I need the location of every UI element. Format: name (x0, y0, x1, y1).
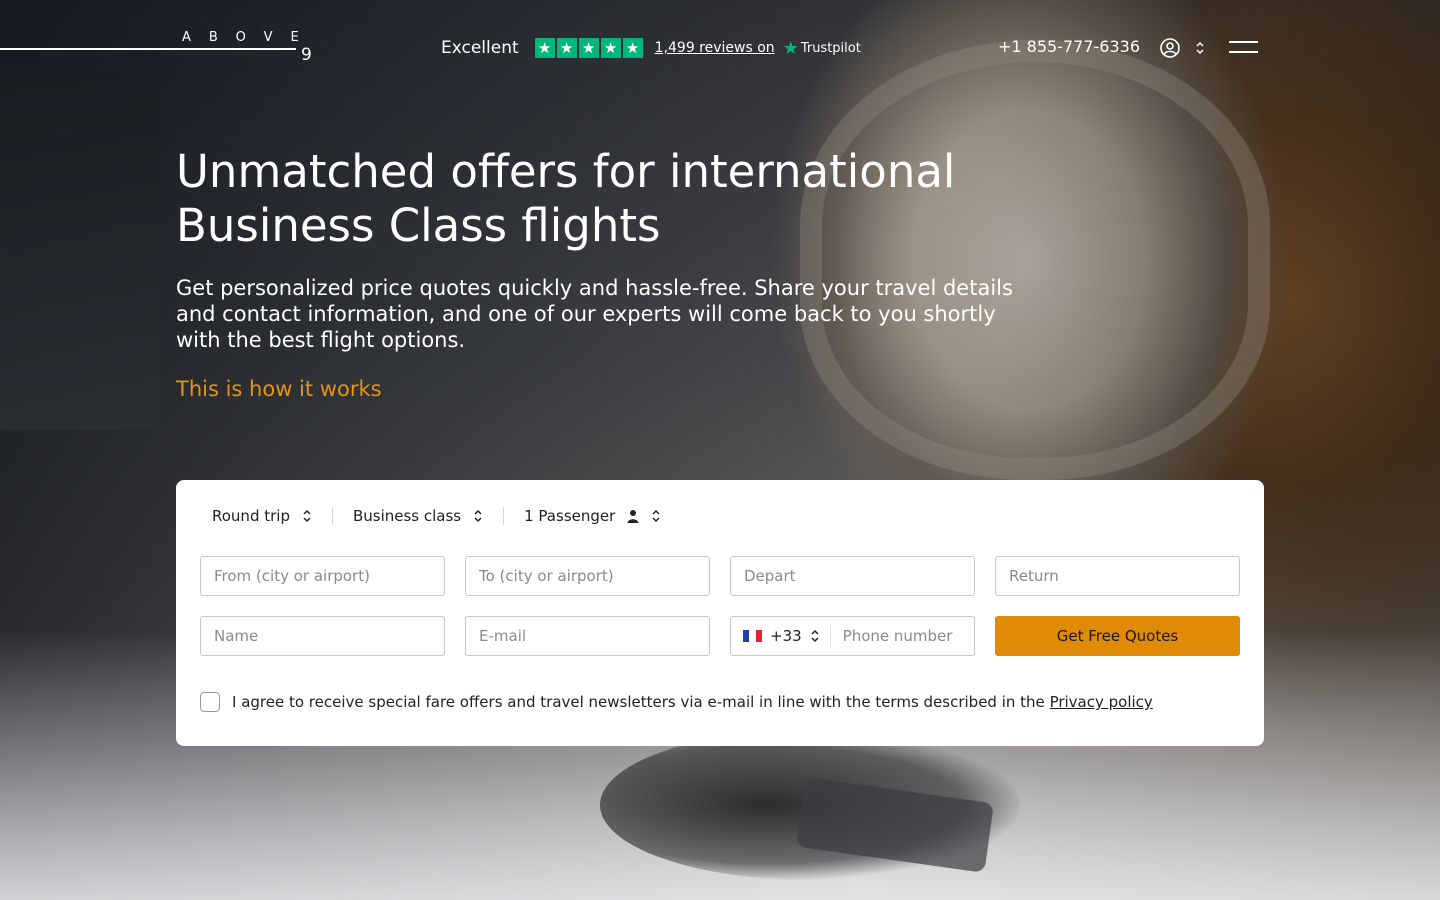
logo[interactable]: ABOVE (182, 30, 317, 45)
return-date-input[interactable] (995, 556, 1240, 596)
airplane-window-shape (800, 40, 1270, 480)
country-dial-code[interactable]: +33 (770, 627, 802, 645)
logo-line (0, 48, 296, 50)
newsletter-consent: I agree to receive special fare offers a… (200, 692, 1153, 712)
france-flag-icon[interactable] (743, 630, 762, 642)
cabin-class-select[interactable]: Business class (353, 507, 483, 525)
trip-type-select[interactable]: Round trip (212, 507, 312, 525)
logo-suffix: 9 (301, 45, 312, 65)
consent-label: I agree to receive special fare offers a… (232, 693, 1153, 711)
passengers-value: 1 Passenger (524, 507, 616, 525)
passengers-select[interactable]: 1 Passenger (524, 507, 661, 525)
hero-subtitle: Get personalized price quotes quickly an… (176, 276, 1013, 352)
user-account-icon[interactable] (1160, 38, 1180, 58)
privacy-policy-link[interactable]: Privacy policy (1050, 693, 1153, 711)
divider (503, 507, 505, 525)
star-icon: ★ (556, 38, 577, 58)
chevron-updown-icon (303, 509, 311, 523)
chevron-updown-icon[interactable] (810, 628, 820, 644)
trip-type-value: Round trip (212, 507, 290, 525)
account-dropdown-chevron-icon[interactable] (1194, 40, 1206, 56)
divider (331, 507, 333, 525)
phone-number-input[interactable] (842, 627, 969, 645)
trust-rating-label: Excellent (441, 38, 519, 58)
phone-field: +33 (730, 616, 975, 656)
rating-stars: ★ ★ ★ ★ ★ (534, 38, 643, 58)
get-free-quotes-button[interactable]: Get Free Quotes (995, 616, 1240, 656)
reviews-link[interactable]: 1,499 reviews on (655, 40, 775, 56)
star-icon: ★ (600, 38, 621, 58)
trustpilot-wordmark: Trustpilot (800, 40, 861, 56)
star-icon: ★ (534, 38, 555, 58)
hero-title: Unmatched offers for international Busin… (176, 145, 956, 252)
seat-screen-shape (0, 70, 160, 430)
email-input[interactable] (465, 616, 710, 656)
sunglasses-shape (600, 730, 1020, 880)
chevron-updown-icon (652, 509, 660, 523)
to-input[interactable] (465, 556, 710, 596)
person-icon (627, 510, 639, 523)
consent-checkbox[interactable] (200, 692, 220, 712)
star-icon: ★ (578, 38, 599, 58)
consent-text: I agree to receive special fare offers a… (232, 693, 1045, 711)
from-input[interactable] (200, 556, 445, 596)
trustpilot-star-icon: ★ (782, 37, 799, 59)
phone-link[interactable]: +1 855-777-6336 (998, 37, 1140, 56)
background-cabin-photo (0, 0, 1440, 900)
hamburger-menu-icon[interactable] (1229, 40, 1258, 54)
chevron-updown-icon (474, 509, 482, 523)
how-it-works-link[interactable]: This is how it works (176, 377, 382, 401)
name-input[interactable] (200, 616, 445, 656)
trustpilot-widget: Excellent ★ ★ ★ ★ ★ 1,499 reviews on ★ T… (441, 36, 861, 60)
depart-date-input[interactable] (730, 556, 975, 596)
site-header: ABOVE 9 Excellent ★ ★ ★ ★ ★ 1,499 review… (0, 0, 1440, 96)
trustpilot-logo: ★ Trustpilot (783, 38, 861, 59)
star-icon: ★ (622, 38, 643, 58)
divider (829, 625, 831, 647)
trip-options-row: Round trip Business class 1 Passenger (212, 506, 661, 526)
smartphone-shape (796, 777, 994, 873)
quote-form-card: Round trip Business class 1 Passenger Fr… (176, 480, 1264, 746)
cabin-class-value: Business class (352, 507, 462, 525)
